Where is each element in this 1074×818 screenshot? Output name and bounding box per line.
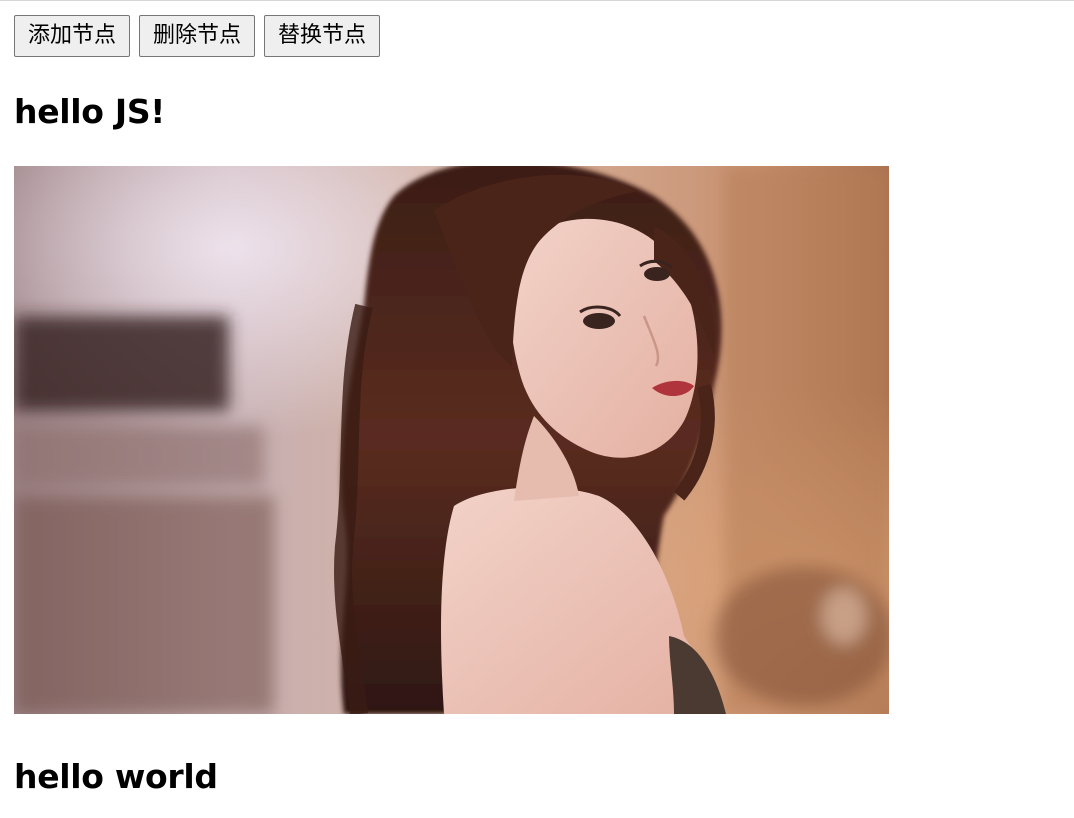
- top-divider: [0, 0, 1074, 1]
- heading-hello-world: hello world: [14, 757, 218, 796]
- replace-node-button[interactable]: 替换节点: [264, 15, 381, 57]
- portrait-photo: [14, 166, 889, 714]
- remove-node-button[interactable]: 删除节点: [139, 15, 256, 57]
- add-node-button[interactable]: 添加节点: [14, 15, 131, 57]
- toolbar: 添加节点 删除节点 替换节点: [14, 15, 381, 57]
- heading-hello-js: hello JS!: [14, 92, 166, 131]
